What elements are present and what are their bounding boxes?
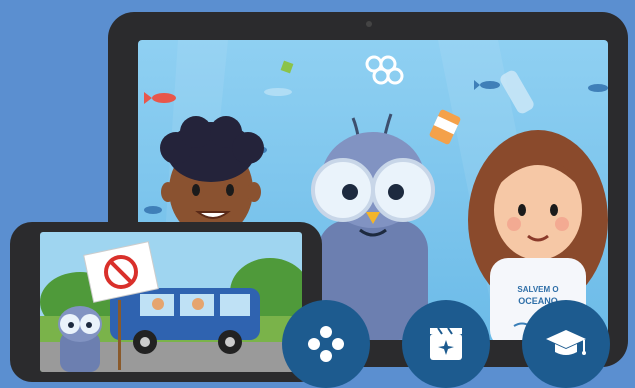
graduation-cap-icon xyxy=(546,330,586,355)
games-button[interactable] xyxy=(282,300,370,388)
fish-icon xyxy=(144,206,162,214)
videos-button[interactable] xyxy=(402,300,490,388)
no-smoking-scene-illustration xyxy=(40,232,302,372)
education-button[interactable] xyxy=(522,300,610,388)
phone-screen xyxy=(40,232,302,372)
tablet-camera xyxy=(366,21,372,27)
shirt-text-line1: SALVEM O xyxy=(517,285,558,294)
phone-device xyxy=(10,222,322,382)
clapperboard-sparkle-icon xyxy=(430,327,462,360)
fish-icon xyxy=(588,84,608,92)
bug-mascot-small xyxy=(58,306,102,372)
gamepad-dots-icon xyxy=(308,326,344,362)
